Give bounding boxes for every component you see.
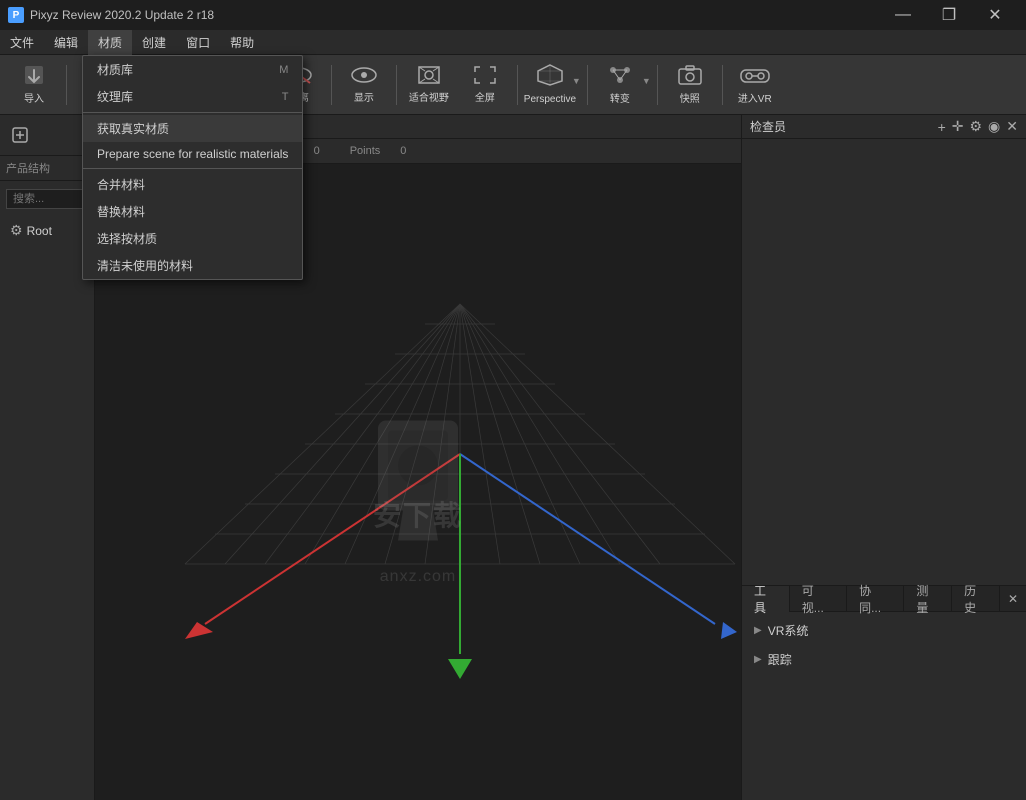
separator1: [66, 65, 67, 105]
tree-item-root[interactable]: ⚙ Root: [6, 219, 88, 242]
inspector-gear-icon[interactable]: ⚙: [969, 118, 982, 135]
inspector-target-icon[interactable]: ◉: [988, 118, 1000, 135]
fullscreen-button[interactable]: 全屏: [459, 59, 511, 111]
tab-measure[interactable]: 测量: [904, 586, 952, 612]
inspector-close-icon[interactable]: ✕: [1006, 118, 1018, 135]
material-dropdown-menu: 材质库 M 纹理库 T 获取真实材质 Prepare scene for rea…: [82, 55, 303, 280]
triangles-value: 0: [314, 145, 320, 157]
minimize-button[interactable]: —: [880, 0, 926, 30]
menu-select-mat[interactable]: 选择按材质: [83, 225, 302, 252]
app-title: Pixyz Review 2020.2 Update 2 r18: [30, 8, 214, 22]
snapshot-icon: [676, 63, 704, 91]
sidebar-icons-section: [0, 115, 94, 156]
bottom-panel: 工具 可视... 协同... 测量 历史 ✕: [742, 585, 1026, 800]
track-arrow-icon: ▶: [754, 654, 762, 665]
title-bar: P Pixyz Review 2020.2 Update 2 r18 — ❐ ✕: [0, 0, 1026, 30]
sidebar-search-container: [0, 181, 94, 213]
snapshot-label: 快照: [680, 94, 700, 106]
tab-tools[interactable]: 工具: [742, 586, 790, 612]
perspective-icon: [536, 63, 564, 91]
vr-section-row[interactable]: ▶ VR系统: [748, 618, 1020, 643]
menu-bar: 文件 编辑 材质 创建 窗口 帮助: [0, 30, 1026, 55]
inspector-add2-icon[interactable]: ✛: [952, 118, 964, 135]
menu-material-lib[interactable]: 材质库 M: [83, 56, 302, 83]
sidebar-product-structure-label: 产品结构: [0, 156, 94, 181]
root-label: Root: [27, 224, 52, 238]
transform-button[interactable]: 转变: [594, 59, 646, 111]
inspector-add-icon[interactable]: +: [938, 119, 946, 135]
separator8: [587, 65, 588, 105]
transform-label: 转变: [610, 94, 630, 106]
fullscreen-icon: [471, 64, 499, 90]
sidebar-icon-row: [6, 121, 88, 149]
transform-icon: [606, 63, 634, 91]
menu-clean-mat[interactable]: 清洁未使用的材料: [83, 252, 302, 279]
menu-help[interactable]: 帮助: [220, 30, 264, 55]
inspector-header: 检查员 + ✛ ⚙ ◉ ✕: [742, 115, 1026, 139]
menu-texture-lib[interactable]: 纹理库 T: [83, 83, 302, 110]
vr-arrow-icon: ▶: [754, 625, 762, 636]
separator5: [331, 65, 332, 105]
bottom-panel-content: ▶ VR系统 ▶ 跟踪: [742, 612, 1026, 800]
right-panel: 检查员 + ✛ ⚙ ◉ ✕ 工具 可视... 协同...: [741, 115, 1026, 800]
inspector-icons: + ✛ ⚙ ◉ ✕: [938, 118, 1018, 135]
bottom-tab-bar: 工具 可视... 协同... 测量 历史 ✕: [742, 586, 1026, 612]
menu-replace-mat[interactable]: 替换材料: [83, 198, 302, 225]
fit-button[interactable]: 适合视野: [403, 59, 455, 111]
points-value: 0: [400, 145, 406, 157]
search-input[interactable]: [6, 189, 88, 209]
entervr-icon: [739, 63, 771, 91]
fullscreen-label: 全屏: [475, 93, 495, 105]
close-button[interactable]: ✕: [972, 0, 1018, 30]
track-section: ▶ 跟踪: [748, 647, 1020, 672]
menu-material[interactable]: 材质: [88, 30, 132, 55]
maximize-button[interactable]: ❐: [926, 0, 972, 30]
left-sidebar: 产品结构 ⚙ Root: [0, 115, 95, 800]
fit-icon: [415, 64, 443, 90]
menu-get-realistic[interactable]: 获取真实材质: [83, 115, 302, 142]
import-label: 导入: [24, 94, 44, 106]
tab-visible[interactable]: 可视...: [790, 586, 847, 612]
menu-window[interactable]: 窗口: [176, 30, 220, 55]
display-label: 显示: [354, 93, 374, 105]
bottom-panel-close-icon[interactable]: ✕: [1000, 592, 1026, 606]
menu-edit[interactable]: 编辑: [44, 30, 88, 55]
entervr-button[interactable]: 进入VR: [729, 59, 781, 111]
points-label: Points: [350, 145, 381, 157]
display-icon: [350, 64, 378, 90]
inspector-title: 检查员: [750, 118, 786, 135]
separator10: [722, 65, 723, 105]
separator9: [657, 65, 658, 105]
track-section-row[interactable]: ▶ 跟踪: [748, 647, 1020, 672]
vr-section: ▶ VR系统: [748, 618, 1020, 643]
entervr-label: 进入VR: [738, 94, 772, 106]
perspective-button[interactable]: Perspective: [524, 59, 576, 111]
separator7: [517, 65, 518, 105]
snapshot-button[interactable]: 快照: [664, 59, 716, 111]
dropdown-separator-1: [83, 112, 302, 113]
import-button[interactable]: 导入: [8, 59, 60, 111]
sidebar-icon-btn-1[interactable]: [6, 121, 34, 149]
vr-section-label: VR系统: [768, 622, 809, 639]
window-controls: — ❐ ✕: [880, 0, 1018, 30]
import-icon: [22, 63, 46, 91]
menu-prepare-scene[interactable]: Prepare scene for realistic materials: [83, 142, 302, 166]
title-bar-left: P Pixyz Review 2020.2 Update 2 r18: [8, 7, 214, 23]
root-icon: ⚙: [10, 222, 23, 239]
dropdown-separator-2: [83, 168, 302, 169]
app-icon: P: [8, 7, 24, 23]
menu-file[interactable]: 文件: [0, 30, 44, 55]
tab-coop[interactable]: 协同...: [847, 586, 904, 612]
inspector-body: [742, 139, 1026, 585]
perspective-label: Perspective: [524, 94, 576, 106]
sidebar-tree: ⚙ Root: [0, 213, 94, 800]
fit-label: 适合视野: [409, 93, 449, 105]
display-button[interactable]: 显示: [338, 59, 390, 111]
track-section-label: 跟踪: [768, 651, 792, 668]
menu-create[interactable]: 创建: [132, 30, 176, 55]
separator6: [396, 65, 397, 105]
menu-merge-mat[interactable]: 合并材料: [83, 171, 302, 198]
tab-history[interactable]: 历史: [952, 586, 1000, 612]
